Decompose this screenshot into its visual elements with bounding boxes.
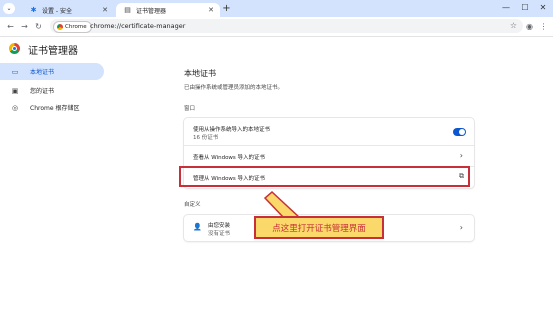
person-icon: 👤: [193, 223, 202, 231]
sidebar-item-label: Chrome 根存储区: [30, 105, 80, 112]
tab-certificate-manager[interactable]: ▤ 证书管理器 ✕: [116, 3, 220, 17]
use-os-certs-toggle[interactable]: [453, 128, 466, 136]
chevron-right-icon: ›: [459, 151, 463, 160]
page-title: 证书管理器: [28, 46, 78, 57]
tab-settings-security[interactable]: ✱ 设置 - 安全 ✕: [22, 3, 114, 17]
url-text[interactable]: chrome://certificate-manager: [90, 19, 185, 33]
chrome-icon: ◎: [11, 103, 19, 112]
row-label: 查看从 Windows 导入的证书: [193, 155, 266, 161]
minimize-icon[interactable]: —: [499, 2, 513, 14]
certificate-icon: ▤: [124, 6, 131, 14]
page-header: 证书管理器: [0, 37, 553, 63]
back-icon[interactable]: ←: [5, 21, 16, 32]
tab-label: 证书管理器: [136, 7, 167, 15]
monitor-icon: ▭: [11, 67, 19, 76]
menu-icon[interactable]: ⋮: [538, 21, 549, 32]
chevron-right-icon: ›: [459, 223, 463, 232]
chrome-logo-icon: [9, 43, 20, 54]
annotation-callout: 点这里打开证书管理界面: [254, 216, 384, 239]
site-chip[interactable]: Chrome: [53, 21, 92, 33]
windows-section-label: 窗口: [184, 106, 196, 112]
close-icon[interactable]: ✕: [100, 6, 110, 14]
reload-icon[interactable]: ↻: [33, 21, 44, 32]
row-sublabel: 没有证书: [208, 231, 231, 237]
sidebar: ▭ 本地证书 ▣ 您的证书 ◎ Chrome 根存储区: [0, 63, 110, 116]
toolbar: ← → ↻ Chrome chrome://certificate-manage…: [0, 17, 553, 37]
chrome-icon: [57, 24, 63, 30]
sidebar-item-local-certificates[interactable]: ▭ 本地证书: [0, 63, 104, 80]
bookmark-star-icon[interactable]: ☆: [510, 19, 517, 33]
section-description: 已由操作系统或管理员添加的本地证书。: [184, 85, 284, 91]
close-window-icon[interactable]: ✕: [536, 2, 550, 14]
custom-section-label: 自定义: [184, 202, 201, 208]
forward-icon[interactable]: →: [19, 21, 30, 32]
id-card-icon: ▣: [11, 86, 19, 95]
row-label: 由您安装: [208, 223, 231, 229]
site-chip-label: Chrome: [65, 24, 87, 30]
gear-icon: ✱: [30, 6, 37, 14]
sidebar-item-your-certificates[interactable]: ▣ 您的证书: [0, 82, 110, 99]
new-tab-button[interactable]: +: [221, 3, 232, 14]
title-bar: ⌄ ✱ 设置 - 安全 ✕ ▤ 证书管理器 ✕ + — ☐ ✕: [0, 0, 553, 17]
view-windows-certs-row[interactable]: 查看从 Windows 导入的证书 ›: [184, 145, 474, 167]
sidebar-item-chrome-root-store[interactable]: ◎ Chrome 根存储区: [0, 99, 110, 116]
row-label: 使用从操作系统导入的本地证书: [193, 127, 271, 133]
profile-icon[interactable]: ◉: [524, 21, 535, 32]
sidebar-item-label: 您的证书: [30, 88, 55, 95]
close-icon[interactable]: ✕: [206, 6, 216, 14]
section-heading: 本地证书: [184, 69, 216, 78]
row-sublabel: 16 份证书: [193, 135, 219, 141]
maximize-icon[interactable]: ☐: [518, 2, 532, 14]
tab-search-chevron-icon[interactable]: ⌄: [3, 3, 15, 14]
sidebar-item-label: 本地证书: [30, 69, 55, 76]
address-bar[interactable]: Chrome chrome://certificate-manager ☆: [50, 19, 523, 33]
highlight-box: [179, 166, 470, 187]
use-os-certs-row[interactable]: 使用从操作系统导入的本地证书 16 份证书: [184, 118, 474, 145]
tab-label: 设置 - 安全: [42, 7, 72, 15]
